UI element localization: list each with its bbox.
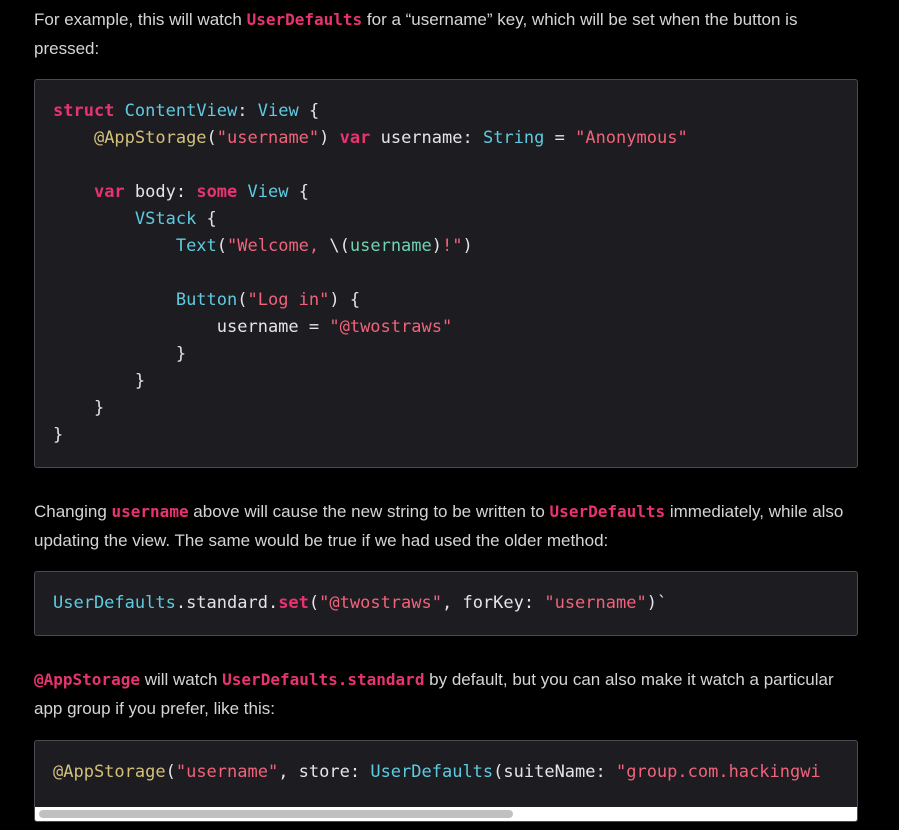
code-content: struct ContentView: View { @AppStorage("… [35, 80, 857, 449]
text: For example, this will watch [34, 10, 247, 29]
code-line: username = "@twostraws" [216, 317, 453, 337]
code-line: } [53, 344, 187, 364]
code-line: @AppStorage("username") var username: St… [93, 128, 688, 148]
text: will watch [139, 670, 223, 689]
paragraph-intro: For example, this will watch UserDefault… [34, 5, 864, 63]
inline-code: UserDefaults.standard [222, 670, 425, 689]
code-line: Text("Welcome, \(username)!") [175, 236, 473, 256]
code-line: VStack { [134, 209, 217, 229]
inline-code: UserDefaults [549, 502, 666, 521]
code-block-appgroup[interactable]: @AppStorage("username", store: UserDefau… [34, 740, 858, 822]
text: above will cause the new string to be wr… [188, 502, 550, 521]
code-content: @AppStorage("username", store: UserDefau… [35, 741, 857, 786]
text: Changing [34, 502, 112, 521]
code-line: } [53, 398, 105, 418]
horizontal-scrollbar[interactable] [35, 807, 857, 821]
inline-code: username [111, 502, 189, 521]
article-page: For example, this will watch UserDefault… [0, 0, 899, 830]
code-line: } [53, 371, 146, 391]
code-line: Button("Log in") { [175, 290, 361, 310]
inline-code: @AppStorage [34, 670, 140, 689]
paragraph-appstorage: @AppStorage will watch UserDefaults.stan… [34, 665, 864, 723]
code-line: var body: some View { [93, 182, 309, 202]
code-line: struct ContentView: View { [53, 101, 320, 121]
code-block-userdefaults: UserDefaults.standard.set("@twostraws", … [34, 571, 858, 636]
code-line: UserDefaults.standard.set("@twostraws", … [53, 593, 668, 613]
inline-code: UserDefaults [246, 10, 363, 29]
code-line: @AppStorage("username", store: UserDefau… [53, 762, 821, 782]
scrollbar-thumb[interactable] [39, 810, 513, 818]
paragraph-changing: Changing username above will cause the n… [34, 497, 864, 555]
code-line: } [53, 425, 64, 445]
code-content: UserDefaults.standard.set("@twostraws", … [35, 572, 857, 617]
code-block-contentview: struct ContentView: View { @AppStorage("… [34, 79, 858, 468]
